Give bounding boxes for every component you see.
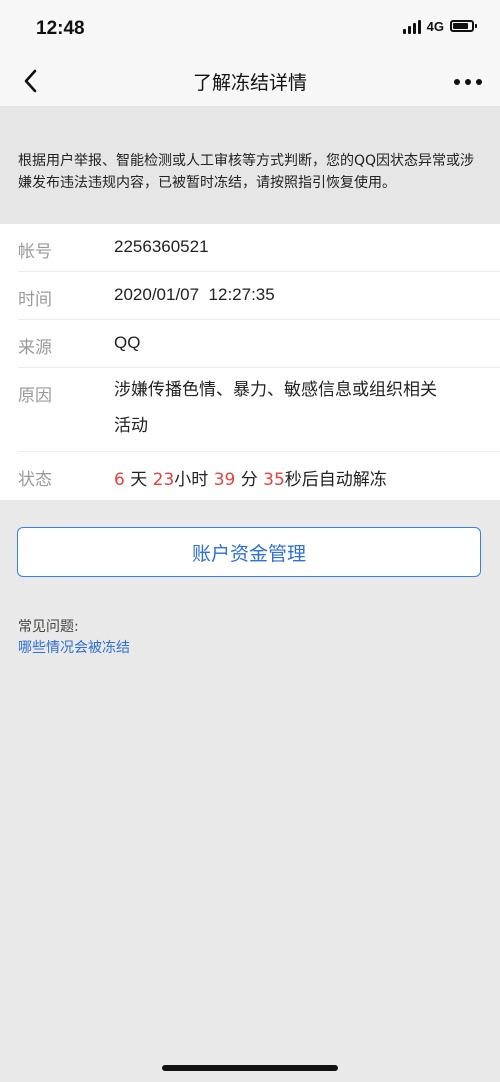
detail-row-account: 帐号 2256360521: [0, 224, 500, 272]
battery-icon: [450, 20, 477, 32]
account-funds-button[interactable]: 账户资金管理: [17, 527, 481, 577]
countdown-minutes: 39: [213, 470, 236, 490]
countdown-days: 6: [114, 470, 125, 490]
reason-label: 原因: [18, 386, 52, 406]
faq-link-freeze-cases[interactable]: 哪些情况会被冻结: [18, 637, 130, 657]
source-value: QQ: [114, 333, 141, 352]
source-label: 来源: [18, 338, 52, 358]
freeze-notice-text: 根据用户举报、智能检测或人工审核等方式判断，您的QQ因状态异常或涉嫌发布违法违规…: [18, 153, 475, 191]
detail-row-status: 状态 6 天 23小时 39 分 35秒后自动解冻: [0, 452, 500, 500]
signal-bars-icon: [402, 18, 421, 34]
more-dots-icon[interactable]: [454, 78, 482, 86]
reason-value: 涉嫌传播色情、暴力、敏感信息或组织相关活动: [114, 380, 437, 436]
faq-title: 常见问题:: [18, 619, 79, 635]
status-bar: 12:48 4G: [0, 0, 500, 58]
detail-row-time: 时间 2020/01/07 12:27:35: [0, 272, 500, 320]
countdown-seconds: 35: [263, 470, 285, 490]
time-value: 2020/01/07 12:27:35: [114, 285, 275, 304]
status-indicators: 4G: [402, 18, 477, 34]
status-countdown: 6 天 23小时 39 分 35秒后自动解冻: [114, 465, 387, 490]
countdown-hours-unit: 小时: [174, 470, 209, 490]
status-time: 12:48: [36, 18, 85, 39]
status-label: 状态: [18, 470, 52, 490]
freeze-notice: 根据用户举报、智能检测或人工审核等方式判断，您的QQ因状态异常或涉嫌发布违法违规…: [0, 106, 500, 224]
time-label: 时间: [18, 290, 52, 310]
account-value: 2256360521: [114, 237, 209, 256]
countdown-minutes-unit: 分: [240, 470, 258, 490]
detail-row-reason: 原因 涉嫌传播色情、暴力、敏感信息或组织相关活动: [0, 368, 500, 452]
navigation-bar: 了解冻结详情: [0, 58, 500, 106]
detail-row-source: 来源 QQ: [0, 320, 500, 368]
home-indicator[interactable]: [162, 1065, 338, 1071]
account-label: 帐号: [18, 242, 52, 262]
countdown-days-unit: 天: [130, 470, 148, 490]
freeze-details-card: 帐号 2256360521 时间 2020/01/07 12:27:35 来源 …: [0, 224, 500, 500]
countdown-hours: 23: [152, 470, 175, 490]
countdown-seconds-unit: 秒后自动解冻: [284, 470, 387, 490]
network-label: 4G: [426, 18, 444, 34]
page-title: 了解冻结详情: [192, 72, 307, 94]
